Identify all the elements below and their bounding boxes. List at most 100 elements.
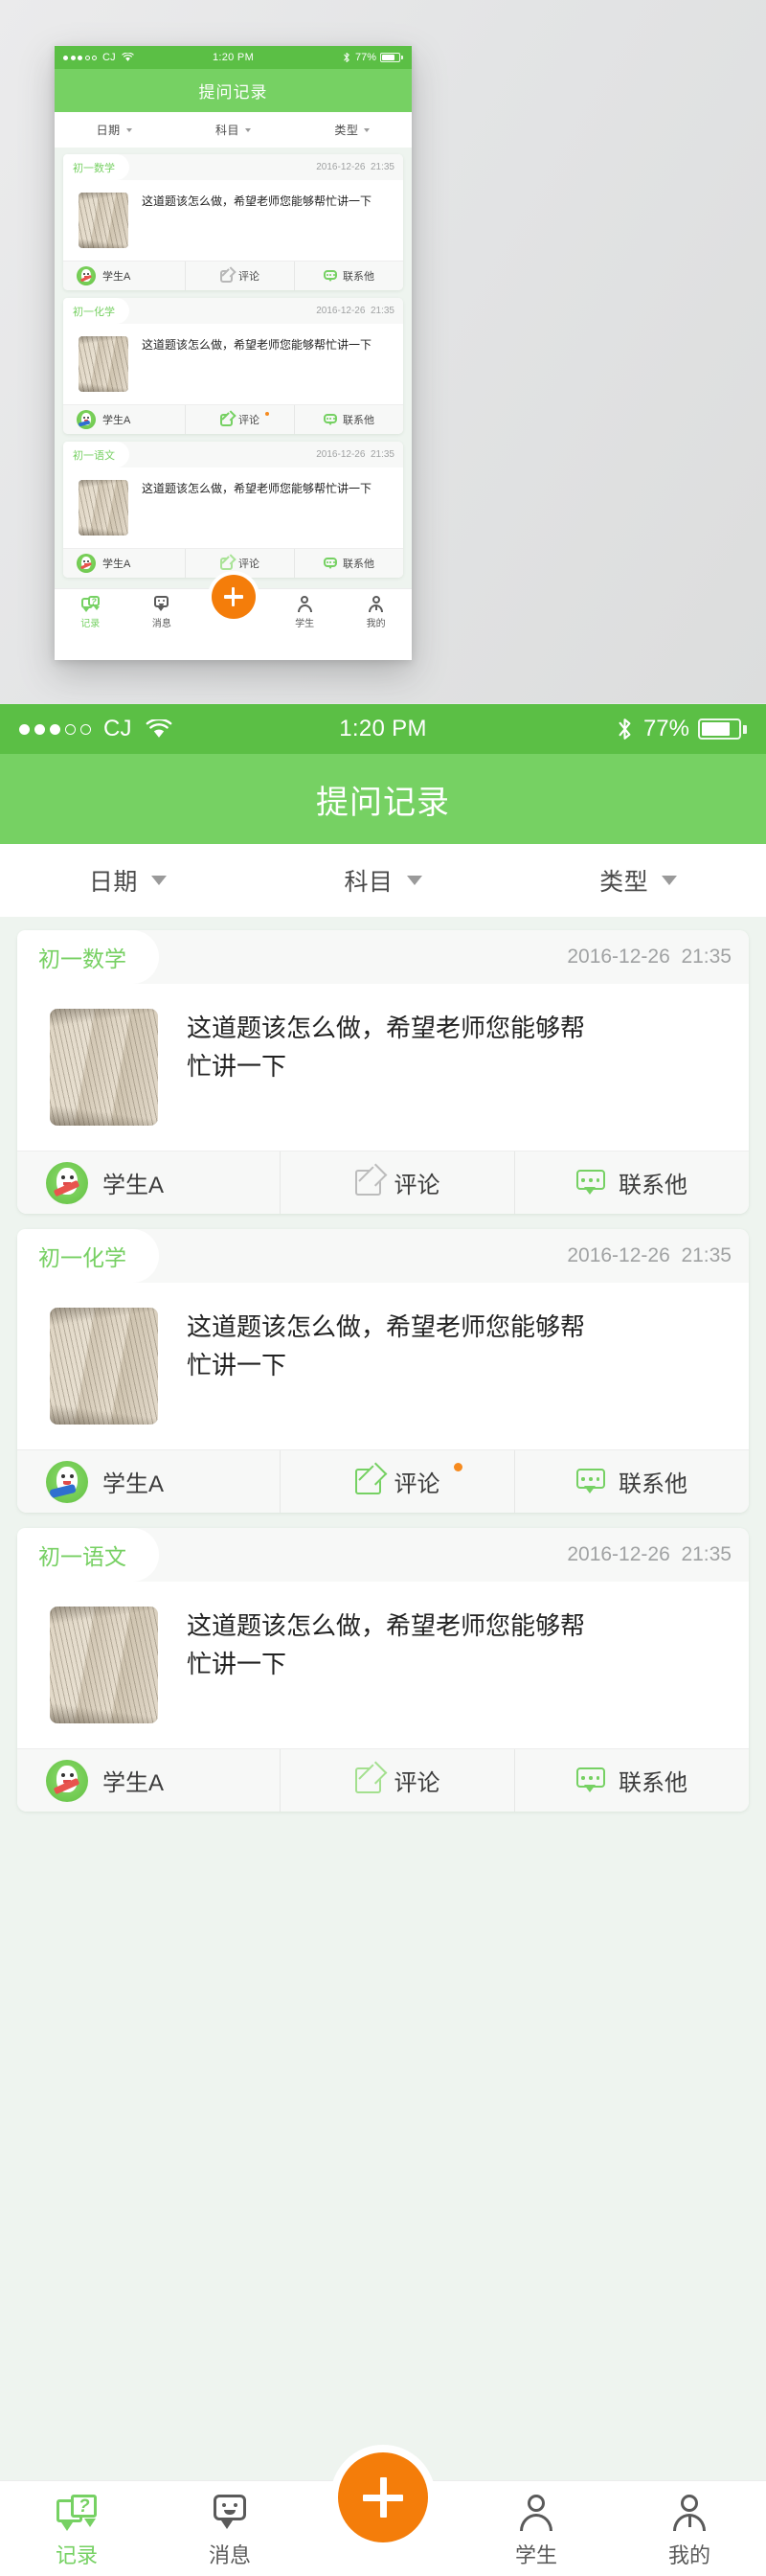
question-card[interactable]: 初一语文 2016-12-26 21:35 这道题该怎么做，希望老师您能够帮忙讲… bbox=[63, 442, 403, 578]
question-list[interactable]: 初一数学 2016-12-26 21:35 这道题该怎么做，希望老师您能够帮忙讲… bbox=[55, 148, 412, 588]
action-student[interactable]: 学生A bbox=[17, 1450, 280, 1513]
action-contact[interactable]: 联系他 bbox=[294, 262, 403, 290]
action-comment[interactable]: 评论 bbox=[185, 405, 294, 434]
filter-type[interactable]: 类型 bbox=[293, 122, 412, 138]
action-student[interactable]: 学生A bbox=[63, 405, 185, 434]
chat-bubble-icon bbox=[324, 269, 337, 283]
action-student[interactable]: 学生A bbox=[17, 1749, 280, 1812]
tab-students[interactable]: 学生 bbox=[460, 2495, 613, 2569]
filter-date[interactable]: 日期 bbox=[55, 122, 173, 138]
battery-icon bbox=[380, 53, 400, 62]
question-card[interactable]: 初一化学 2016-12-26 21:35 这道题该怎么做，希望老师您能够帮忙讲… bbox=[63, 298, 403, 434]
tab-records-label: 记录 bbox=[80, 619, 101, 629]
action-contact[interactable]: 联系他 bbox=[514, 1450, 749, 1513]
card-time-value: 21:35 bbox=[370, 306, 394, 316]
add-question-fab[interactable] bbox=[211, 575, 256, 619]
question-list[interactable]: 初一数学 2016-12-26 21:35 这道题该怎么做，希望老师您能够帮忙讲… bbox=[0, 917, 766, 2480]
chat-bubble-icon bbox=[324, 413, 337, 426]
question-thumbnail[interactable] bbox=[79, 193, 128, 248]
action-comment[interactable]: 评论 bbox=[280, 1151, 514, 1214]
card-timestamp: 2016-12-26 21:35 bbox=[500, 1520, 732, 1589]
action-student[interactable]: 学生A bbox=[63, 262, 185, 290]
pencil-edit-icon bbox=[220, 410, 237, 426]
filter-bar: 日期 科目 类型 bbox=[55, 112, 412, 148]
add-question-fab[interactable] bbox=[338, 2452, 428, 2542]
card-header: 初一化学 2016-12-26 21:35 bbox=[17, 1229, 749, 1283]
filter-subject[interactable]: 科目 bbox=[256, 863, 511, 898]
action-contact[interactable]: 联系他 bbox=[514, 1749, 749, 1812]
subject-tag: 初一数学 bbox=[17, 930, 159, 984]
tab-messages-label: 消息 bbox=[208, 2543, 251, 2567]
phone-fullsize: CJ 1:20 PM 77% 提问记录 日期 科目 类型 初一数学 2016-1… bbox=[0, 704, 766, 2576]
question-card[interactable]: 初一化学 2016-12-26 21:35 这道题该怎么做，希望老师您能够帮忙讲… bbox=[17, 1229, 749, 1513]
action-contact[interactable]: 联系他 bbox=[294, 549, 403, 578]
card-actions: 学生A 评论 联系他 bbox=[63, 404, 403, 434]
question-thumbnail[interactable] bbox=[50, 1308, 158, 1425]
bluetooth-icon bbox=[617, 717, 633, 741]
question-thumbnail[interactable] bbox=[79, 336, 128, 392]
tab-messages[interactable]: 消息 bbox=[126, 596, 198, 629]
battery-icon bbox=[698, 718, 741, 740]
question-thumbnail[interactable] bbox=[79, 480, 128, 536]
card-time-value: 21:35 bbox=[370, 162, 394, 172]
chevron-down-icon bbox=[125, 127, 132, 132]
contact-label: 联系他 bbox=[343, 559, 374, 570]
student-name: 学生A bbox=[102, 1770, 165, 1796]
question-thumbnail[interactable] bbox=[50, 1009, 158, 1126]
signal-dots-icon bbox=[63, 55, 97, 60]
subject-tag-label: 初一数学 bbox=[38, 946, 126, 971]
question-card[interactable]: 初一语文 2016-12-26 21:35 这道题该怎么做，希望老师您能够帮忙讲… bbox=[17, 1528, 749, 1812]
card-header: 初一数学 2016-12-26 21:35 bbox=[63, 154, 403, 180]
contact-label: 联系他 bbox=[619, 1173, 687, 1198]
pencil-edit-icon bbox=[354, 1163, 388, 1196]
pencil-edit-icon bbox=[220, 554, 237, 570]
status-bar: CJ 1:20 PM 77% bbox=[55, 46, 412, 69]
action-comment[interactable]: 评论 bbox=[280, 1450, 514, 1513]
profile-icon bbox=[671, 2495, 708, 2531]
card-timestamp: 2016-12-26 21:35 bbox=[284, 439, 394, 470]
card-header: 初一语文 2016-12-26 21:35 bbox=[17, 1528, 749, 1582]
card-date-value: 2016-12-26 bbox=[567, 1244, 670, 1266]
card-date-value: 2016-12-26 bbox=[567, 946, 670, 968]
tab-records[interactable]: ? 记录 bbox=[55, 596, 126, 629]
tab-records[interactable]: ? 记录 bbox=[0, 2495, 153, 2569]
filter-date-label: 日期 bbox=[88, 869, 138, 896]
student-avatar bbox=[46, 1161, 88, 1204]
tab-profile-label: 我的 bbox=[366, 619, 386, 629]
chevron-down-icon bbox=[364, 127, 371, 132]
filter-type[interactable]: 类型 bbox=[510, 863, 766, 898]
tab-profile-label: 我的 bbox=[667, 2543, 710, 2567]
bluetooth-icon bbox=[343, 52, 350, 63]
tab-students-label: 学生 bbox=[295, 619, 315, 629]
question-card[interactable]: 初一数学 2016-12-26 21:35 这道题该怎么做，希望老师您能够帮忙讲… bbox=[63, 154, 403, 290]
question-card[interactable]: 初一数学 2016-12-26 21:35 这道题该怎么做，希望老师您能够帮忙讲… bbox=[17, 930, 749, 1214]
tab-messages[interactable]: 消息 bbox=[153, 2495, 306, 2569]
student-name: 学生A bbox=[102, 1173, 165, 1198]
action-contact[interactable]: 联系他 bbox=[514, 1151, 749, 1214]
card-date-value: 2016-12-26 bbox=[316, 162, 366, 172]
comment-badge-dot bbox=[454, 1463, 462, 1471]
action-student[interactable]: 学生A bbox=[17, 1151, 280, 1214]
action-comment[interactable]: 评论 bbox=[280, 1749, 514, 1812]
tab-profile[interactable]: 我的 bbox=[340, 596, 412, 629]
chevron-down-icon bbox=[150, 876, 167, 885]
subject-tag-label: 初一化学 bbox=[73, 306, 115, 318]
screenshot-root: CJ 1:20 PM 77% 提问记录 日期 科目 类型 初一数学 2016-1… bbox=[0, 0, 766, 2576]
filter-date[interactable]: 日期 bbox=[0, 863, 256, 898]
card-body: 这道题该怎么做，希望老师您能够帮忙讲一下 bbox=[17, 984, 749, 1151]
tab-students[interactable]: 学生 bbox=[269, 596, 341, 629]
nav-bar: 提问记录 bbox=[0, 754, 766, 844]
action-contact[interactable]: 联系他 bbox=[294, 405, 403, 434]
filter-subject[interactable]: 科目 bbox=[173, 122, 292, 138]
card-body: 这道题该怎么做，希望老师您能够帮忙讲一下 bbox=[63, 467, 403, 548]
action-comment[interactable]: 评论 bbox=[185, 262, 294, 290]
card-time-value: 21:35 bbox=[370, 449, 394, 460]
tab-records-label: 记录 bbox=[55, 2543, 98, 2567]
action-student[interactable]: 学生A bbox=[63, 549, 185, 578]
card-actions: 学生A 评论 联系他 bbox=[17, 1449, 749, 1513]
filter-subject-label: 科目 bbox=[344, 869, 394, 896]
tab-profile[interactable]: 我的 bbox=[613, 2495, 766, 2569]
subject-tag-label: 初一语文 bbox=[73, 449, 115, 462]
comment-label: 评论 bbox=[238, 415, 259, 426]
question-thumbnail[interactable] bbox=[50, 1607, 158, 1723]
